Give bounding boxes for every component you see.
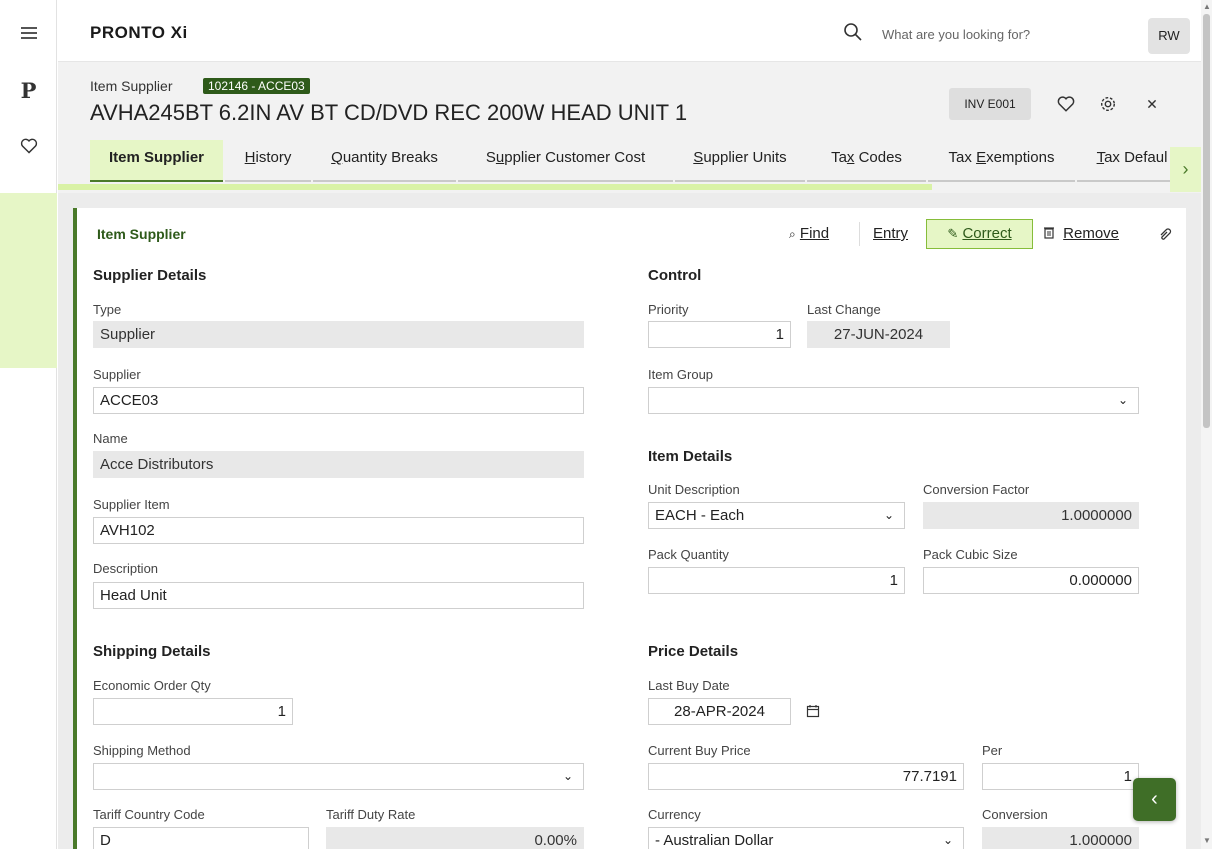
economic-order-qty-field[interactable]: 1: [93, 698, 293, 725]
tariff-country-code-label: Tariff Country Code: [93, 807, 205, 822]
tab-history[interactable]: History: [225, 140, 311, 182]
supplier-label: Supplier: [93, 367, 141, 382]
tabs-scroll-right-button[interactable]: ›: [1170, 147, 1201, 192]
type-label: Type: [93, 302, 122, 317]
tariff-duty-rate-field: 0.00%: [326, 827, 584, 849]
page-title: AVHA245BT 6.2IN AV BT CD/DVD REC 200W HE…: [90, 100, 688, 125]
tariff-duty-rate-label: Tariff Duty Rate: [326, 807, 416, 822]
conversion-label: Conversion: [982, 807, 1048, 822]
supplier-item-field[interactable]: AVH102: [93, 517, 584, 544]
panel-title: Item Supplier: [97, 226, 186, 242]
last-change-field: 27-JUN-2024: [807, 321, 950, 348]
remove-button[interactable]: Remove: [1043, 220, 1119, 250]
unit-description-select[interactable]: EACH - Each ⌄: [648, 502, 905, 529]
record-header: Item Supplier 102146 - ACCE03 AVHA245BT …: [58, 62, 1201, 193]
collapse-panel-button[interactable]: ‹: [1133, 778, 1176, 821]
pencil-icon: ✎: [947, 226, 959, 241]
favorites-heart-icon[interactable]: [0, 138, 57, 157]
last-change-label: Last Change: [807, 302, 881, 317]
item-group-select[interactable]: ⌄: [648, 387, 1139, 414]
tariff-country-code-field[interactable]: D: [93, 827, 309, 849]
record-type-label: Item Supplier: [90, 78, 173, 94]
priority-field[interactable]: 1: [648, 321, 791, 348]
top-bar: PRONTO Xi RW: [58, 0, 1201, 62]
control-heading: Control: [648, 267, 702, 284]
pack-cubic-size-label: Pack Cubic Size: [923, 547, 1018, 562]
supplier-item-label: Supplier Item: [93, 497, 170, 512]
rail-accent: [0, 193, 57, 368]
tab-tax-exemptions[interactable]: Tax Exemptions: [928, 140, 1075, 182]
hamburger-menu-icon[interactable]: [0, 26, 57, 43]
item-supplier-panel: Item Supplier ⌕ Find Entry ✎ Correct Rem…: [73, 208, 1186, 849]
scroll-down-arrow-icon[interactable]: ▼: [1203, 836, 1211, 845]
pack-quantity-field[interactable]: 1: [648, 567, 905, 594]
shipping-details-heading: Shipping Details: [93, 643, 211, 660]
priority-label: Priority: [648, 302, 689, 317]
currency-select[interactable]: - Australian Dollar ⌄: [648, 827, 964, 849]
entry-button[interactable]: Entry: [873, 220, 908, 250]
pronto-logo-icon[interactable]: P: [0, 78, 57, 103]
scrollbar-thumb[interactable]: [1203, 14, 1210, 428]
item-details-heading: Item Details: [648, 448, 733, 465]
unit-description-label: Unit Description: [648, 482, 740, 497]
chevron-down-icon: ⌄: [942, 833, 953, 847]
search-input[interactable]: [882, 27, 1132, 42]
currency-label: Currency: [648, 807, 701, 822]
tab-quantity-breaks[interactable]: Quantity Breaks: [313, 140, 456, 182]
current-buy-price-label: Current Buy Price: [648, 743, 751, 758]
tab-tax-defaults[interactable]: Tax Defaul: [1077, 140, 1172, 182]
chevron-right-icon: ›: [1182, 159, 1189, 179]
chevron-left-icon: ‹: [1151, 788, 1158, 810]
per-field[interactable]: 1: [982, 763, 1139, 790]
user-avatar[interactable]: RW: [1148, 18, 1190, 54]
toolbar-divider: [859, 222, 860, 246]
find-icon: ⌕: [789, 227, 796, 241]
current-buy-price-field[interactable]: 77.7191: [648, 763, 964, 790]
pack-quantity-label: Pack Quantity: [648, 547, 729, 562]
record-key-badge: 102146 - ACCE03: [203, 78, 310, 94]
shipping-method-label: Shipping Method: [93, 743, 191, 758]
tab-supplier-units[interactable]: Supplier Units: [675, 140, 805, 182]
close-icon[interactable]: [1143, 95, 1161, 113]
favorite-heart-icon[interactable]: [1057, 95, 1075, 113]
last-buy-date-label: Last Buy Date: [648, 678, 730, 693]
item-group-label: Item Group: [648, 367, 714, 382]
attachment-icon[interactable]: [1157, 226, 1173, 242]
last-buy-date-field[interactable]: 28-APR-2024: [648, 698, 791, 725]
trash-icon: [1044, 227, 1054, 239]
chevron-down-icon: ⌄: [883, 508, 894, 522]
scroll-up-arrow-icon[interactable]: ▲: [1203, 2, 1211, 11]
conversion-factor-label: Conversion Factor: [923, 482, 1030, 497]
brand-logo[interactable]: PRONTO Xi: [90, 23, 188, 43]
tab-bar: Item Supplier History Quantity Breaks Su…: [90, 140, 1172, 182]
tab-supplier-customer-cost[interactable]: Supplier Customer Cost: [458, 140, 673, 182]
price-details-heading: Price Details: [648, 643, 739, 660]
pack-cubic-size-field[interactable]: 0.000000: [923, 567, 1139, 594]
per-label: Per: [982, 743, 1003, 758]
shipping-method-select[interactable]: ⌄: [93, 763, 584, 790]
supplier-details-heading: Supplier Details: [93, 267, 207, 284]
type-field: Supplier: [93, 321, 584, 348]
settings-gear-icon[interactable]: [1099, 95, 1117, 113]
inv-function-button[interactable]: INV E001: [949, 88, 1031, 120]
page-scrollbar[interactable]: ▲ ▼: [1201, 0, 1212, 849]
description-field[interactable]: Head Unit: [93, 582, 584, 609]
supplier-field[interactable]: ACCE03: [93, 387, 584, 414]
name-field: Acce Distributors: [93, 451, 584, 478]
correct-button[interactable]: ✎ Correct: [926, 219, 1033, 249]
chevron-down-icon: ⌄: [562, 769, 573, 783]
calendar-icon[interactable]: [806, 704, 820, 718]
chevron-down-icon: ⌄: [1117, 393, 1128, 407]
tab-item-supplier[interactable]: Item Supplier: [90, 140, 223, 182]
progress-accent-bar: [58, 184, 932, 190]
search-icon[interactable]: [843, 22, 863, 42]
description-label: Description: [93, 561, 159, 576]
find-button[interactable]: ⌕ Find: [789, 220, 829, 250]
left-rail: P: [0, 0, 57, 849]
tab-tax-codes[interactable]: Tax Codes: [807, 140, 926, 182]
conversion-factor-field: 1.0000000: [923, 502, 1139, 529]
economic-order-qty-label: Economic Order Qty: [93, 678, 211, 693]
conversion-field: 1.000000: [982, 827, 1139, 849]
name-label: Name: [93, 431, 128, 446]
